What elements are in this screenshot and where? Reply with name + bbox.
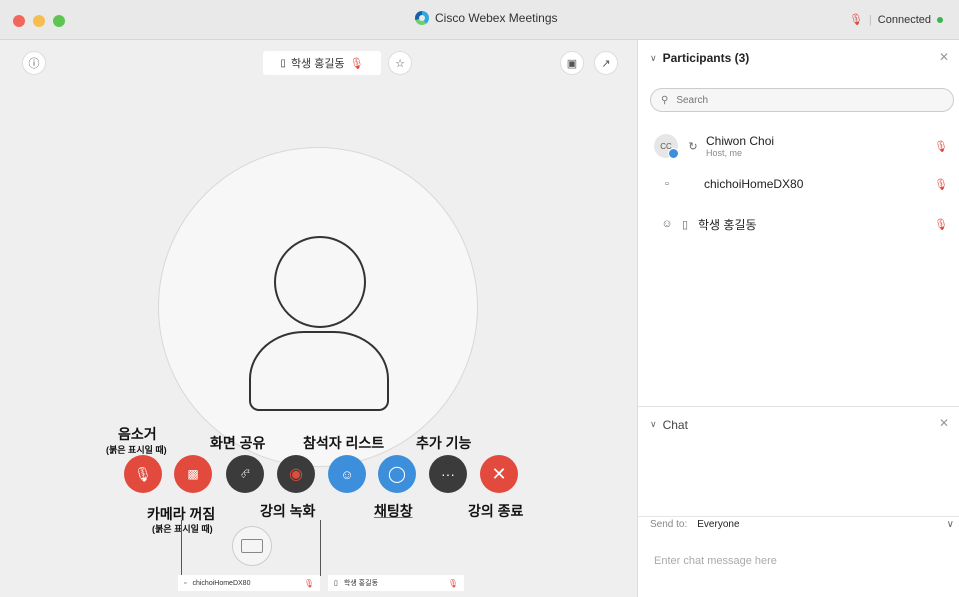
annotation-participants: 참석자 리스트 bbox=[303, 435, 385, 451]
more-button[interactable]: ··· bbox=[429, 455, 467, 493]
mute-button[interactable]: 🎙 bbox=[124, 455, 162, 493]
chat-message-input[interactable] bbox=[654, 551, 944, 571]
connection-status-text: Connected bbox=[877, 13, 931, 26]
avatar-body bbox=[249, 331, 389, 411]
participant-name: chichoiHomeDX80 bbox=[704, 177, 804, 191]
annotation-mute: 음소거 bbox=[118, 426, 157, 442]
camera-button[interactable]: ▩ bbox=[174, 455, 212, 493]
remote-video-chip[interactable]: ▯ 학생 홍길동 🎙 bbox=[328, 575, 464, 591]
participant-row[interactable]: ▫ chichoiHomeDX80 🎙 bbox=[638, 164, 959, 204]
video-off-icon: ▩ bbox=[187, 467, 199, 481]
participants-button[interactable]: ☺ bbox=[328, 455, 366, 493]
record-icon: ◉ bbox=[289, 466, 303, 483]
send-to-value: Everyone bbox=[697, 519, 740, 530]
info-icon[interactable]: ⓘ bbox=[22, 51, 46, 75]
status-dot-icon bbox=[937, 16, 943, 23]
refresh-icon: ↻ bbox=[688, 140, 698, 153]
chevron-down-icon[interactable]: ∨ bbox=[650, 53, 657, 64]
annotation-camera-note: (붉은 표시일 때) bbox=[152, 524, 213, 534]
chevron-down-icon[interactable]: ∨ bbox=[650, 419, 657, 430]
pin-icon[interactable]: ☆ bbox=[388, 51, 412, 75]
close-icon: ✕ bbox=[491, 463, 507, 484]
participant-row[interactable]: CC ↻ Chiwon Choi Host, me 🎙 bbox=[638, 126, 959, 166]
active-speaker-name: 학생 홍길동 bbox=[290, 58, 345, 70]
close-window-button[interactable] bbox=[13, 15, 25, 27]
participant-role: Host, me bbox=[706, 148, 743, 158]
active-speaker-chip: ▯ 학생 홍길동 🎙 bbox=[263, 51, 381, 75]
microphone-muted-icon: 🎙 bbox=[303, 578, 314, 588]
more-icon: ··· bbox=[441, 466, 455, 482]
send-to-label: Send to: bbox=[650, 519, 688, 530]
window-title-text: Cisco Webex Meetings bbox=[435, 11, 558, 25]
end-meeting-button[interactable]: ✕ bbox=[480, 455, 518, 493]
divider bbox=[638, 516, 959, 517]
microphone-icon: 🎙 bbox=[134, 465, 152, 482]
participants-icon: ☺ bbox=[340, 466, 354, 482]
self-video-name: chichoiHomeDX80 bbox=[192, 579, 251, 587]
title-bar: Cisco Webex Meetings 🎙 | Connected bbox=[0, 0, 959, 40]
video-stage: ⓘ ▯ 학생 홍길동 🎙 ☆ ▣ ↗ 음소거 (붉은 표시일 때) 화면 공유 … bbox=[0, 40, 637, 597]
layout-icon[interactable]: ▣ bbox=[560, 51, 584, 75]
chat-icon: ◯ bbox=[388, 466, 406, 483]
send-to-selector[interactable]: Send to: Everyone ∨ bbox=[650, 519, 954, 530]
device-icon bbox=[241, 539, 263, 553]
connection-status: 🎙 | Connected bbox=[849, 13, 943, 26]
microphone-muted-icon[interactable]: 🎙 bbox=[934, 178, 948, 191]
close-participants-icon[interactable]: ✕ bbox=[939, 50, 949, 64]
avatar: CC bbox=[654, 134, 679, 159]
annotation-chat: 채팅창 bbox=[374, 503, 413, 519]
participants-title: Participants (3) bbox=[662, 51, 750, 65]
participant-avatar bbox=[158, 147, 478, 467]
participant-search[interactable]: ⚲ bbox=[650, 88, 954, 112]
webex-logo-icon bbox=[415, 11, 429, 25]
participants-header[interactable]: ∨ Participants (3) bbox=[638, 40, 959, 76]
search-input[interactable] bbox=[676, 94, 917, 106]
device-icon: ▯ bbox=[681, 218, 689, 231]
remote-video-name: 학생 홍길동 bbox=[343, 580, 379, 587]
chat-title: Chat bbox=[662, 417, 688, 432]
device-icon: ▯ bbox=[280, 57, 286, 69]
device-icon: ▫ bbox=[665, 178, 669, 190]
participant-name: 학생 홍길동 bbox=[698, 217, 757, 232]
chat-button[interactable]: ◯ bbox=[378, 455, 416, 493]
participant-name: Chiwon Choi bbox=[706, 134, 775, 148]
annotation-more: 추가 기능 bbox=[416, 435, 472, 451]
search-icon: ⚲ bbox=[661, 94, 669, 106]
participant-row[interactable]: ☺ ▯ 학생 홍길동 🎙 bbox=[638, 204, 959, 244]
microphone-muted-icon[interactable]: 🎙 bbox=[934, 218, 948, 231]
minimize-window-button[interactable] bbox=[33, 15, 45, 27]
device-icon: ▫ bbox=[184, 579, 187, 587]
self-video-thumbnail[interactable] bbox=[232, 526, 272, 566]
user-icon: ☺ bbox=[661, 218, 673, 230]
close-chat-icon[interactable]: ✕ bbox=[939, 416, 949, 430]
self-video-chip[interactable]: ▫ chichoiHomeDX80 🎙 bbox=[178, 575, 320, 591]
zoom-window-button[interactable] bbox=[53, 15, 65, 27]
microphone-muted-icon: 🎙 bbox=[349, 57, 364, 70]
chat-header[interactable]: ∨ Chat bbox=[638, 406, 959, 442]
annotation-end: 강의 종료 bbox=[468, 503, 524, 519]
avatar-head bbox=[274, 236, 366, 328]
annotation-mute-note: (붉은 표시일 때) bbox=[106, 445, 167, 455]
annotation-line bbox=[320, 520, 321, 576]
side-panel: ∨ Participants (3) ✕ ⚲ CC ↻ Chiwon Choi … bbox=[637, 40, 959, 597]
microphone-muted-icon: 🎙 bbox=[848, 14, 863, 26]
device-icon: ▯ bbox=[334, 580, 338, 587]
share-screen-icon: ⮶ bbox=[240, 466, 250, 481]
chevron-down-icon[interactable]: ∨ bbox=[947, 519, 954, 530]
annotation-record: 강의 녹화 bbox=[260, 503, 316, 519]
microphone-muted-icon: 🎙 bbox=[447, 578, 458, 588]
video-strip: ▫ chichoiHomeDX80 🎙 ▯ 학생 홍길동 🎙 bbox=[178, 575, 464, 591]
annotation-line bbox=[181, 520, 182, 576]
annotation-share: 화면 공유 bbox=[210, 435, 266, 451]
record-button[interactable]: ◉ bbox=[277, 455, 315, 493]
share-screen-button[interactable]: ⮶ bbox=[226, 455, 264, 493]
popout-icon[interactable]: ↗ bbox=[594, 51, 618, 75]
window-title: Cisco Webex Meetings bbox=[415, 11, 558, 25]
microphone-muted-icon[interactable]: 🎙 bbox=[934, 140, 948, 153]
